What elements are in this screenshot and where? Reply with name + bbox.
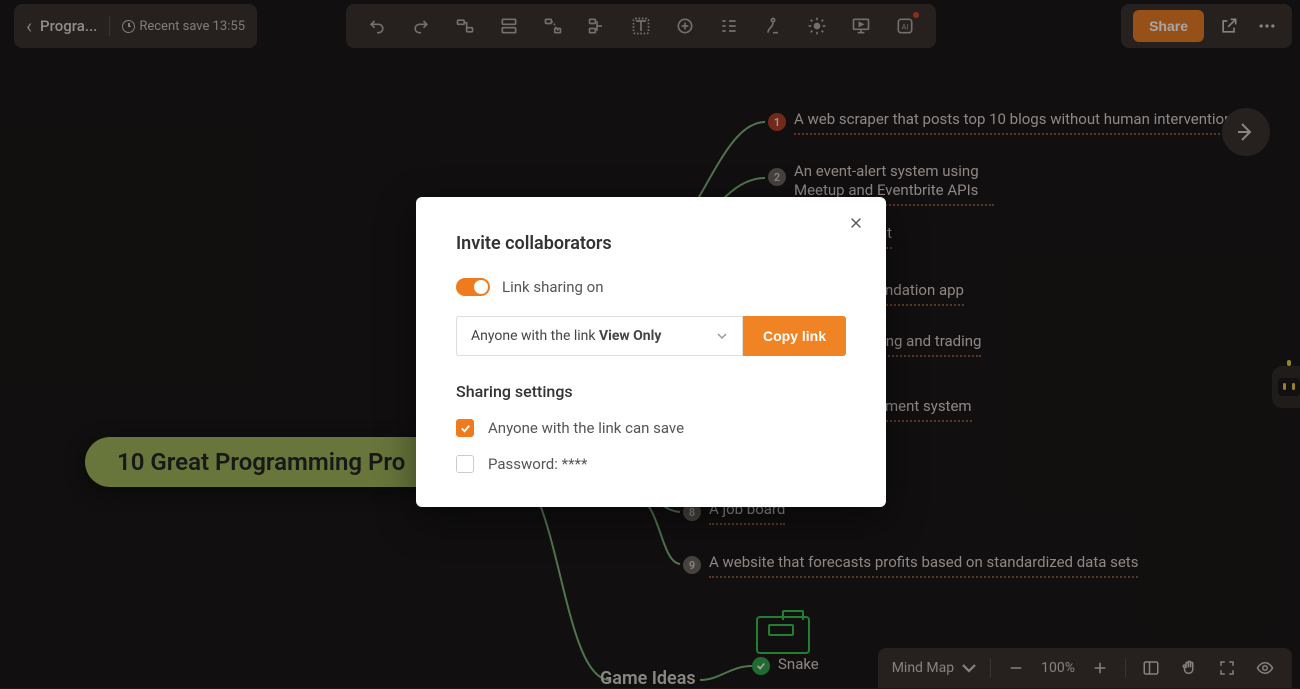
permission-select-text: Anyone with the link View Only xyxy=(471,328,661,344)
can-save-label: Anyone with the link can save xyxy=(488,419,684,437)
permission-select[interactable]: Anyone with the link View Only xyxy=(456,316,743,356)
link-sharing-label: Link sharing on xyxy=(502,278,604,296)
modal-title: Invite collaborators xyxy=(456,233,846,254)
copy-link-button[interactable]: Copy link xyxy=(743,316,846,356)
link-sharing-toggle[interactable] xyxy=(456,278,490,296)
password-label-text: Password: xyxy=(488,455,562,473)
close-icon[interactable] xyxy=(844,211,868,235)
password-checkbox[interactable] xyxy=(456,455,474,473)
sharing-settings-title: Sharing settings xyxy=(456,382,846,401)
permission-mode: View Only xyxy=(599,328,661,344)
invite-modal: Invite collaborators Link sharing on Any… xyxy=(416,197,886,507)
password-value: **** xyxy=(562,455,588,473)
password-label: Password: **** xyxy=(488,455,587,473)
can-save-checkbox[interactable] xyxy=(456,419,474,437)
chevron-down-icon xyxy=(716,330,728,342)
permission-prefix: Anyone with the link xyxy=(471,328,599,344)
